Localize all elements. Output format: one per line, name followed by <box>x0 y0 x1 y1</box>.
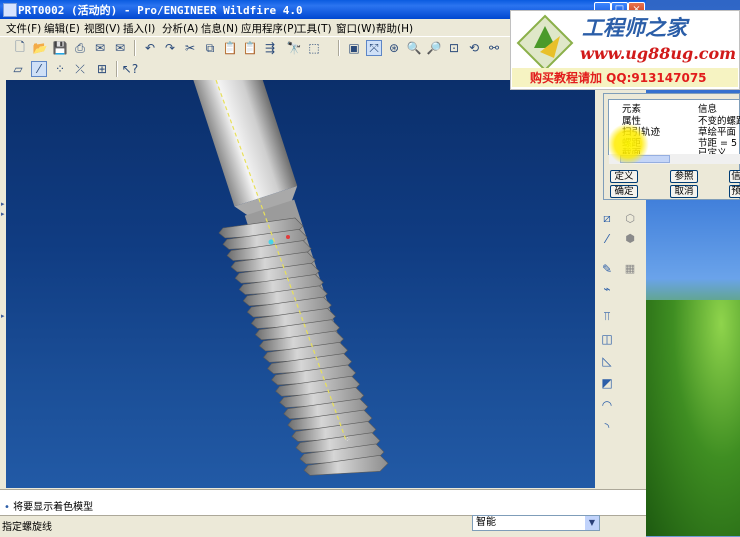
new-file-icon[interactable]: 🗋 <box>12 40 28 56</box>
spin-center-icon[interactable]: ⤧ <box>366 40 382 56</box>
refit-icon[interactable]: ⊡ <box>446 40 462 56</box>
watermark-title: 工程师之家 <box>582 15 687 40</box>
csys-marker <box>268 239 274 245</box>
menu-window[interactable]: 窗口(W) <box>336 21 376 36</box>
datum-axis-icon[interactable]: ⁄ <box>598 230 616 247</box>
orient-mode-icon[interactable]: ⊛ <box>386 40 402 56</box>
graphics-window[interactable]: ⁘ <box>6 80 595 488</box>
copy-icon[interactable]: ⧉ <box>202 40 218 56</box>
menu-tools[interactable]: 工具(T) <box>296 21 332 36</box>
desktop-grass <box>646 300 740 536</box>
redo-icon[interactable]: ↷ <box>162 40 178 56</box>
toolbar-separator <box>134 40 136 56</box>
menu-edit[interactable]: 编辑(E) <box>44 21 80 36</box>
menu-insert[interactable]: 插入(I) <box>123 21 155 36</box>
context-help-icon[interactable]: ↖? <box>122 61 138 77</box>
chevron-down-icon[interactable]: ▼ <box>585 516 599 530</box>
watermark-ad-text: 购买教程请加 QQ:913147075 <box>530 71 707 85</box>
window-title: PRT0002 (活动的) - Pro/ENGINEER Wildfire 4.… <box>18 4 303 17</box>
print-icon[interactable]: ⎙ <box>72 40 88 56</box>
csys-display-icon[interactable]: ⤫ <box>72 61 88 77</box>
paste-icon[interactable]: 📋 <box>222 40 238 56</box>
zoom-in-icon[interactable]: 🔍 <box>406 40 422 56</box>
sash-arrow-icon[interactable]: ▸ <box>1 210 5 218</box>
variable-sweep-icon[interactable]: ◺ <box>598 352 616 369</box>
menu-analysis[interactable]: 分析(A) <box>162 21 198 36</box>
paste-special-icon[interactable]: 📋 <box>242 40 258 56</box>
pattern-icon[interactable]: ▦ <box>621 260 639 277</box>
screw-model: ⁘ <box>181 80 389 476</box>
blend-icon[interactable]: ◩ <box>598 374 616 391</box>
watermark-logo <box>516 14 574 72</box>
undo-icon[interactable]: ↶ <box>142 40 158 56</box>
save-icon[interactable]: 💾 <box>52 40 68 56</box>
cursor-highlight <box>606 124 650 164</box>
datum-curve-icon[interactable]: ⌁ <box>598 280 616 297</box>
shell-icon[interactable]: ⬡ <box>621 210 639 227</box>
menu-info[interactable]: 信息(N) <box>201 21 238 36</box>
menu-applications[interactable]: 应用程序(P) <box>241 21 298 36</box>
cut-icon[interactable]: ✂ <box>182 40 198 56</box>
bullet-icon: • <box>4 502 10 513</box>
cancel-button[interactable]: 取消 <box>670 185 698 198</box>
end-mark: ⁘ <box>344 435 351 444</box>
repaint-icon[interactable]: ▣ <box>346 40 362 56</box>
extrude-icon[interactable]: ⫪ <box>598 308 616 325</box>
rib-icon[interactable]: ⬢ <box>621 230 639 247</box>
message-line: • 将要显示着色模型 <box>4 502 94 513</box>
info-button[interactable]: 信 <box>729 170 740 183</box>
ok-button[interactable]: 确定 <box>610 185 638 198</box>
annotation-display-icon[interactable]: ⊞ <box>94 61 110 77</box>
toolbar-separator <box>116 61 118 77</box>
status-prompt: 指定螺旋线 <box>2 522 52 533</box>
round-icon[interactable]: ◝ <box>598 418 616 435</box>
sash-arrow-icon[interactable]: ▸ <box>1 312 5 320</box>
watermark-url: www.ug88ug.com <box>580 44 737 63</box>
email-link-icon[interactable]: ✉ <box>112 40 128 56</box>
define-button[interactable]: 定义 <box>610 170 638 183</box>
menu-help[interactable]: 帮助(H) <box>376 21 413 36</box>
sash-arrow-icon[interactable]: ▸ <box>1 200 5 208</box>
thread-teeth <box>218 217 389 476</box>
axis-display-icon[interactable]: ⁄ <box>31 61 47 77</box>
datum-plane-icon[interactable]: ⧄ <box>598 210 616 227</box>
toolbar-separator <box>338 40 340 56</box>
references-button[interactable]: 参照 <box>670 170 698 183</box>
menu-file[interactable]: 文件(F) <box>6 21 41 36</box>
reorient-icon[interactable]: ⟲ <box>466 40 482 56</box>
find-icon[interactable]: 🔭 <box>286 40 302 56</box>
point-display-icon[interactable]: ⁘ <box>52 61 68 77</box>
selection-filter[interactable]: 智能 <box>472 515 600 531</box>
sketch-icon[interactable]: ✎ <box>598 260 616 277</box>
hole-icon[interactable]: ◠ <box>598 396 616 413</box>
revolve-icon[interactable]: ◫ <box>598 330 616 347</box>
regenerate-icon[interactable]: ⇶ <box>262 40 278 56</box>
menu-view[interactable]: 视图(V) <box>84 21 120 36</box>
preview-button[interactable]: 预 <box>729 185 740 198</box>
message-area <box>0 489 646 516</box>
saved-views-icon[interactable]: ⚯ <box>486 40 502 56</box>
send-mail-icon[interactable]: ✉ <box>92 40 108 56</box>
zoom-out-icon[interactable]: 🔎 <box>426 40 442 56</box>
plane-display-icon[interactable]: ▱ <box>10 61 26 77</box>
app-icon <box>3 3 17 17</box>
csys-marker <box>286 235 290 239</box>
open-folder-icon[interactable]: 📂 <box>32 40 48 56</box>
selection-box-icon[interactable]: ⬚ <box>306 40 322 56</box>
